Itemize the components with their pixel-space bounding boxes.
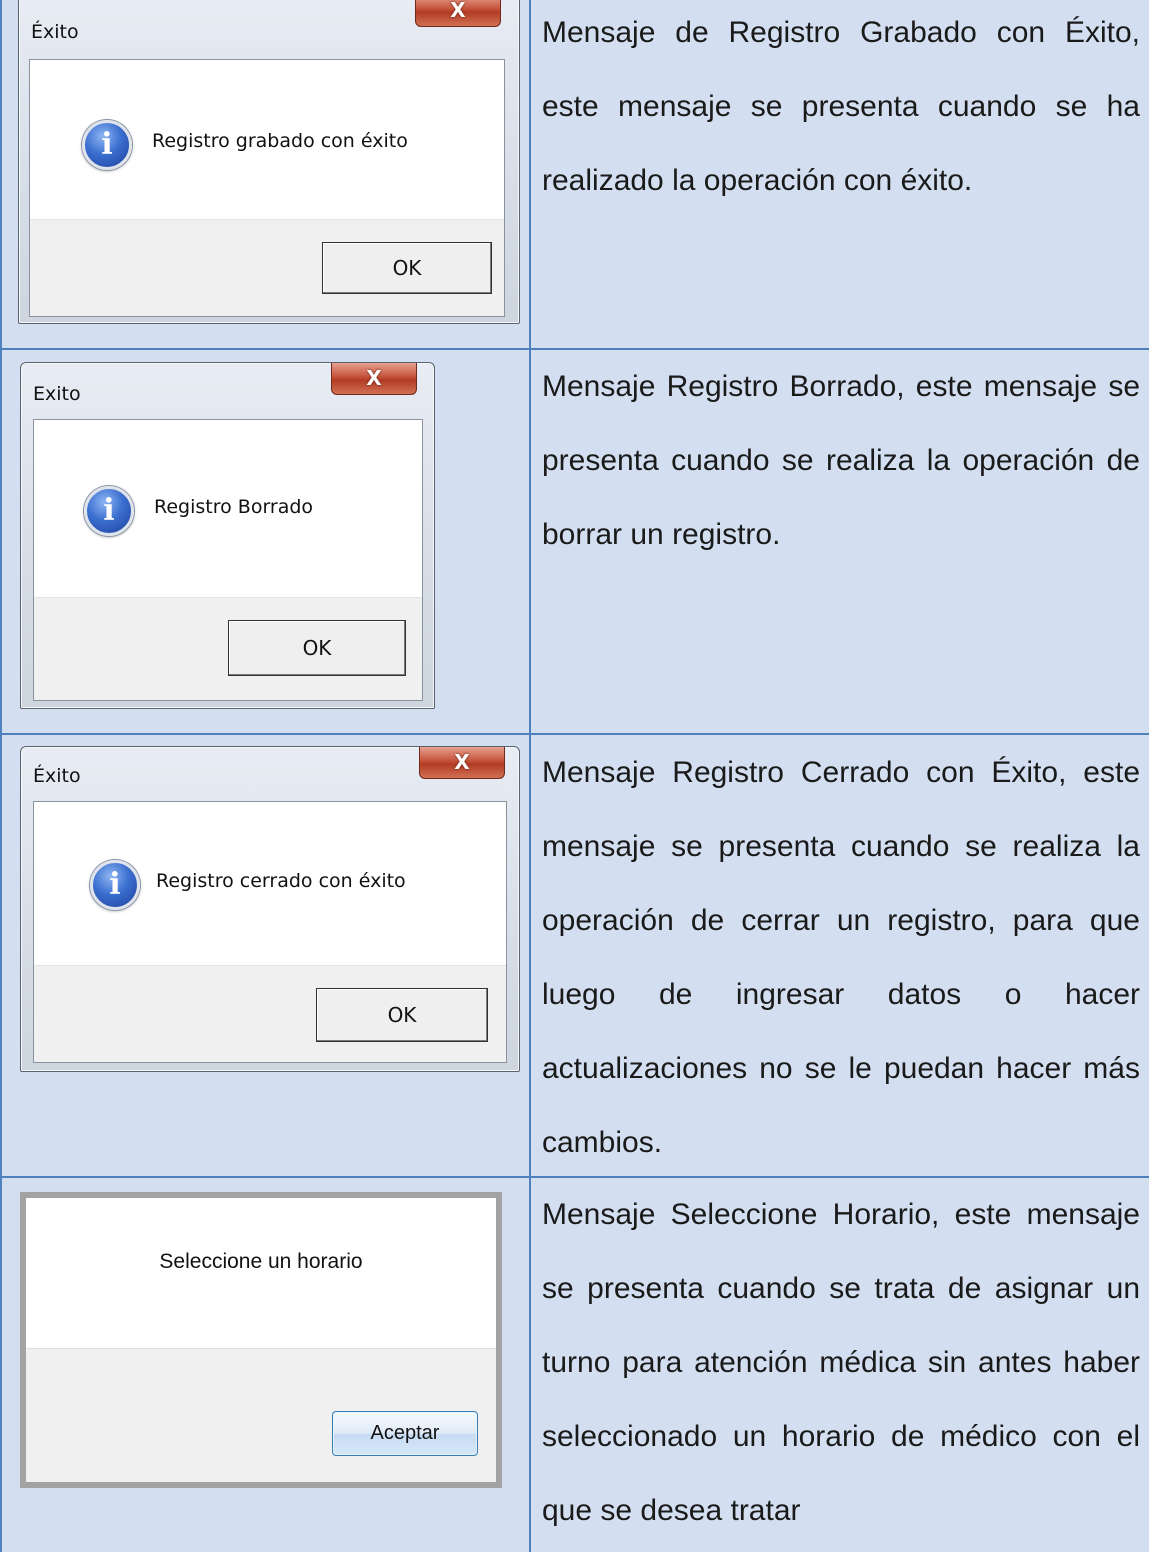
row-description: Mensaje Registro Borrado, este mensaje s… [542, 370, 1140, 551]
dialog-body: i Registro grabado con éxito OK [29, 59, 505, 317]
close-button[interactable]: X [415, 0, 501, 27]
button-area: Aceptar [26, 1348, 496, 1482]
dialog-body: i Registro Borrado OK [33, 419, 423, 701]
info-icon: i [90, 860, 140, 910]
dialog-message: Registro Borrado [154, 496, 314, 518]
button-area: OK [30, 219, 504, 316]
message-area: i Registro grabado con éxito [30, 60, 504, 222]
dialog-title: Exito [33, 383, 81, 405]
accept-button[interactable]: Aceptar [332, 1411, 478, 1456]
dialog-body: i Registro cerrado con éxito OK [33, 801, 507, 1063]
select-schedule-dialog: Seleccione un horario Aceptar [20, 1192, 502, 1488]
button-area: OK [34, 965, 506, 1062]
ok-button[interactable]: OK [316, 988, 488, 1042]
row-description: Mensaje de Registro Grabado con Éxito, e… [542, 16, 1140, 197]
deleted-dialog: Exito X i Registro Borrado OK [20, 362, 435, 709]
column-divider [529, 0, 531, 1552]
info-icon: i [82, 120, 132, 170]
dialog-message: Registro cerrado con éxito [156, 870, 406, 892]
info-icon: i [84, 486, 134, 536]
button-area: OK [34, 597, 422, 700]
dialog-message: Seleccione un horario [159, 1250, 363, 1273]
dialog-message: Registro grabado con éxito [152, 130, 408, 152]
ok-button[interactable]: OK [322, 242, 492, 294]
closed-dialog: Éxito X i Registro cerrado con éxito OK [20, 746, 520, 1072]
ok-button[interactable]: OK [228, 620, 406, 676]
success-dialog: Éxito X i Registro grabado con éxito OK [18, 0, 520, 324]
message-area: i Registro Borrado [34, 420, 422, 600]
dialog-title: Éxito [33, 765, 81, 787]
close-button[interactable]: X [331, 363, 417, 395]
row-description: Mensaje Registro Cerrado con Éxito, este… [542, 756, 1140, 1159]
row-description: Mensaje Seleccione Horario, este mensaje… [542, 1198, 1140, 1527]
dialog-title: Éxito [31, 21, 79, 43]
message-area: i Registro cerrado con éxito [34, 802, 506, 968]
message-area: Seleccione un horario [26, 1198, 496, 1345]
close-button[interactable]: X [419, 747, 505, 779]
